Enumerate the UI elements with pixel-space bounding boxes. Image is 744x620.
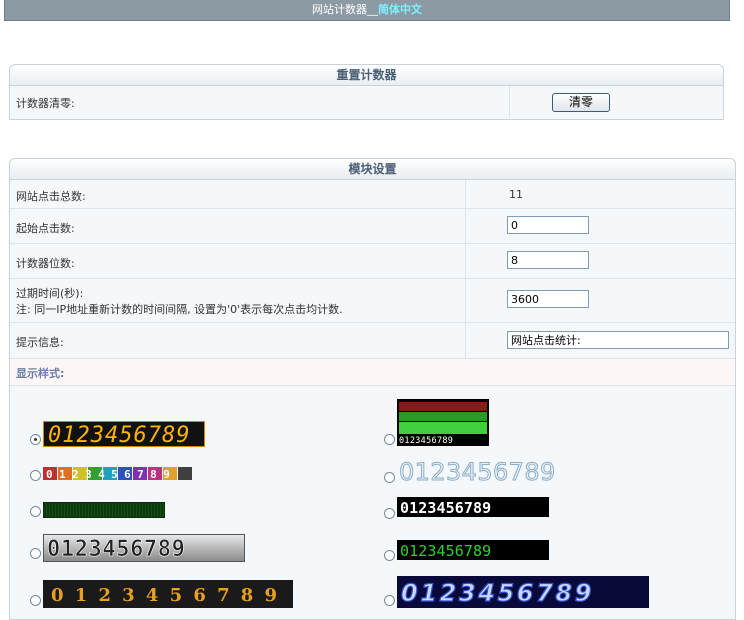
digit-count-input[interactable] — [507, 251, 589, 269]
outline-blue-digits: 0123456789 — [399, 458, 556, 484]
svg-text:0123456789: 0123456789 — [399, 458, 556, 484]
white-on-black-digits: 0123456789 — [400, 499, 491, 517]
style-radio-1[interactable] — [30, 434, 41, 445]
style-radio-2[interactable] — [30, 470, 41, 481]
header-separator: __ — [367, 3, 378, 16]
start-clicks-input[interactable] — [507, 216, 589, 234]
style-preview-1[interactable]: 0123456789 — [43, 421, 205, 447]
styles-label: 显示样式: — [16, 367, 65, 380]
svg-text:0123456789: 0123456789 — [47, 537, 185, 561]
reset-counter-panel: 重置计数器 计数器清零: 清零 — [9, 64, 724, 120]
style-preview-8[interactable]: 0123456789 — [397, 497, 549, 517]
expire-input[interactable] — [507, 290, 589, 308]
row-divider — [465, 323, 466, 358]
reset-button[interactable]: 清零 — [552, 93, 610, 112]
reset-panel-title: 重置计数器 — [10, 65, 723, 86]
style-preview-9[interactable]: 0123456789 — [397, 540, 549, 560]
style-preview-4[interactable]: 0123456789 — [43, 534, 245, 562]
styles-header-row: 显示样式: — [10, 359, 735, 386]
style-preview-3[interactable] — [43, 502, 165, 518]
svg-text:0123456789: 0123456789 — [400, 499, 491, 517]
row-divider — [465, 244, 466, 278]
settings-row-expire: 过期时间(秒): 注: 同一IP地址重新计数的时间间隔, 设置为'0'表示每次点… — [10, 279, 735, 323]
module-settings-panel: 模块设置 网站点击总数: 11 起始点击数: 计数器位数: 过期时间(秒): 注… — [9, 158, 736, 620]
style-radio-3[interactable] — [30, 506, 41, 517]
expire-note: 注: 同一IP地址重新计数的时间间隔, 设置为'0'表示每次点击均计数. — [16, 303, 343, 316]
reset-row: 计数器清零: 清零 — [10, 86, 723, 118]
odometer-digits: 0123456789 — [47, 537, 185, 561]
style-preview-7[interactable]: 0123456789 — [397, 458, 599, 484]
prompt-label: 提示信息: — [16, 336, 64, 349]
style-options: 0123456789 0123456789 0123456789 0123456… — [10, 386, 735, 619]
row-divider — [465, 279, 466, 322]
expire-label: 过期时间(秒): — [16, 287, 84, 300]
svg-text:0123456789: 0123456789 — [399, 436, 453, 446]
style-radio-9[interactable] — [384, 550, 395, 561]
svg-text:0123456789: 0123456789 — [46, 468, 176, 481]
style-radio-6[interactable] — [384, 434, 395, 445]
style-preview-6[interactable]: 0123456789 — [397, 399, 489, 446]
digit-count-label: 计数器位数: — [16, 257, 75, 270]
golden-figure-digits: 0123456789 — [51, 585, 288, 606]
style-preview-10[interactable]: 0123456789 — [397, 576, 649, 608]
total-clicks-label: 网站点击总数: — [16, 190, 86, 203]
style-preview-5[interactable]: 0123456789 — [43, 580, 293, 608]
green-led-digits: 0123456789 — [400, 542, 491, 560]
settings-row-digits: 计数器位数: — [10, 244, 735, 279]
prompt-input[interactable] — [507, 331, 729, 349]
page-header: 网站计数器__简体中文 — [4, 0, 730, 21]
colored-block-digits: 0123456789 — [43, 467, 192, 481]
svg-text:0123456789: 0123456789 — [400, 542, 491, 560]
language-link[interactable]: 简体中文 — [378, 3, 422, 16]
equalizer-digits: 0123456789 — [399, 402, 487, 446]
style-preview-2[interactable]: 0123456789 — [43, 466, 193, 482]
row-divider — [465, 180, 466, 208]
style-radio-4[interactable] — [30, 548, 41, 559]
settings-row-total: 网站点击总数: 11 — [10, 180, 735, 209]
row-divider — [465, 209, 466, 243]
settings-row-prompt: 提示信息: — [10, 323, 735, 359]
style-radio-8[interactable] — [384, 508, 395, 519]
svg-text:0123456789: 0123456789 — [48, 423, 190, 446]
style-radio-5[interactable] — [30, 595, 41, 606]
blue-3d-digits: 0123456789 — [400, 578, 594, 607]
header-title: 网站计数器 — [312, 3, 367, 16]
style-radio-10[interactable] — [384, 595, 395, 606]
style-radio-7[interactable] — [384, 472, 395, 483]
total-clicks-value: 11 — [509, 188, 523, 201]
reset-label: 计数器清零: — [16, 97, 75, 110]
svg-text:0123456789: 0123456789 — [401, 579, 594, 607]
led-digits-orange: 0123456789 — [48, 423, 190, 446]
settings-row-start: 起始点击数: — [10, 209, 735, 244]
row-divider — [509, 86, 510, 118]
svg-text:0123456789: 0123456789 — [51, 585, 288, 606]
start-clicks-label: 起始点击数: — [16, 222, 75, 235]
module-panel-title: 模块设置 — [10, 159, 735, 180]
